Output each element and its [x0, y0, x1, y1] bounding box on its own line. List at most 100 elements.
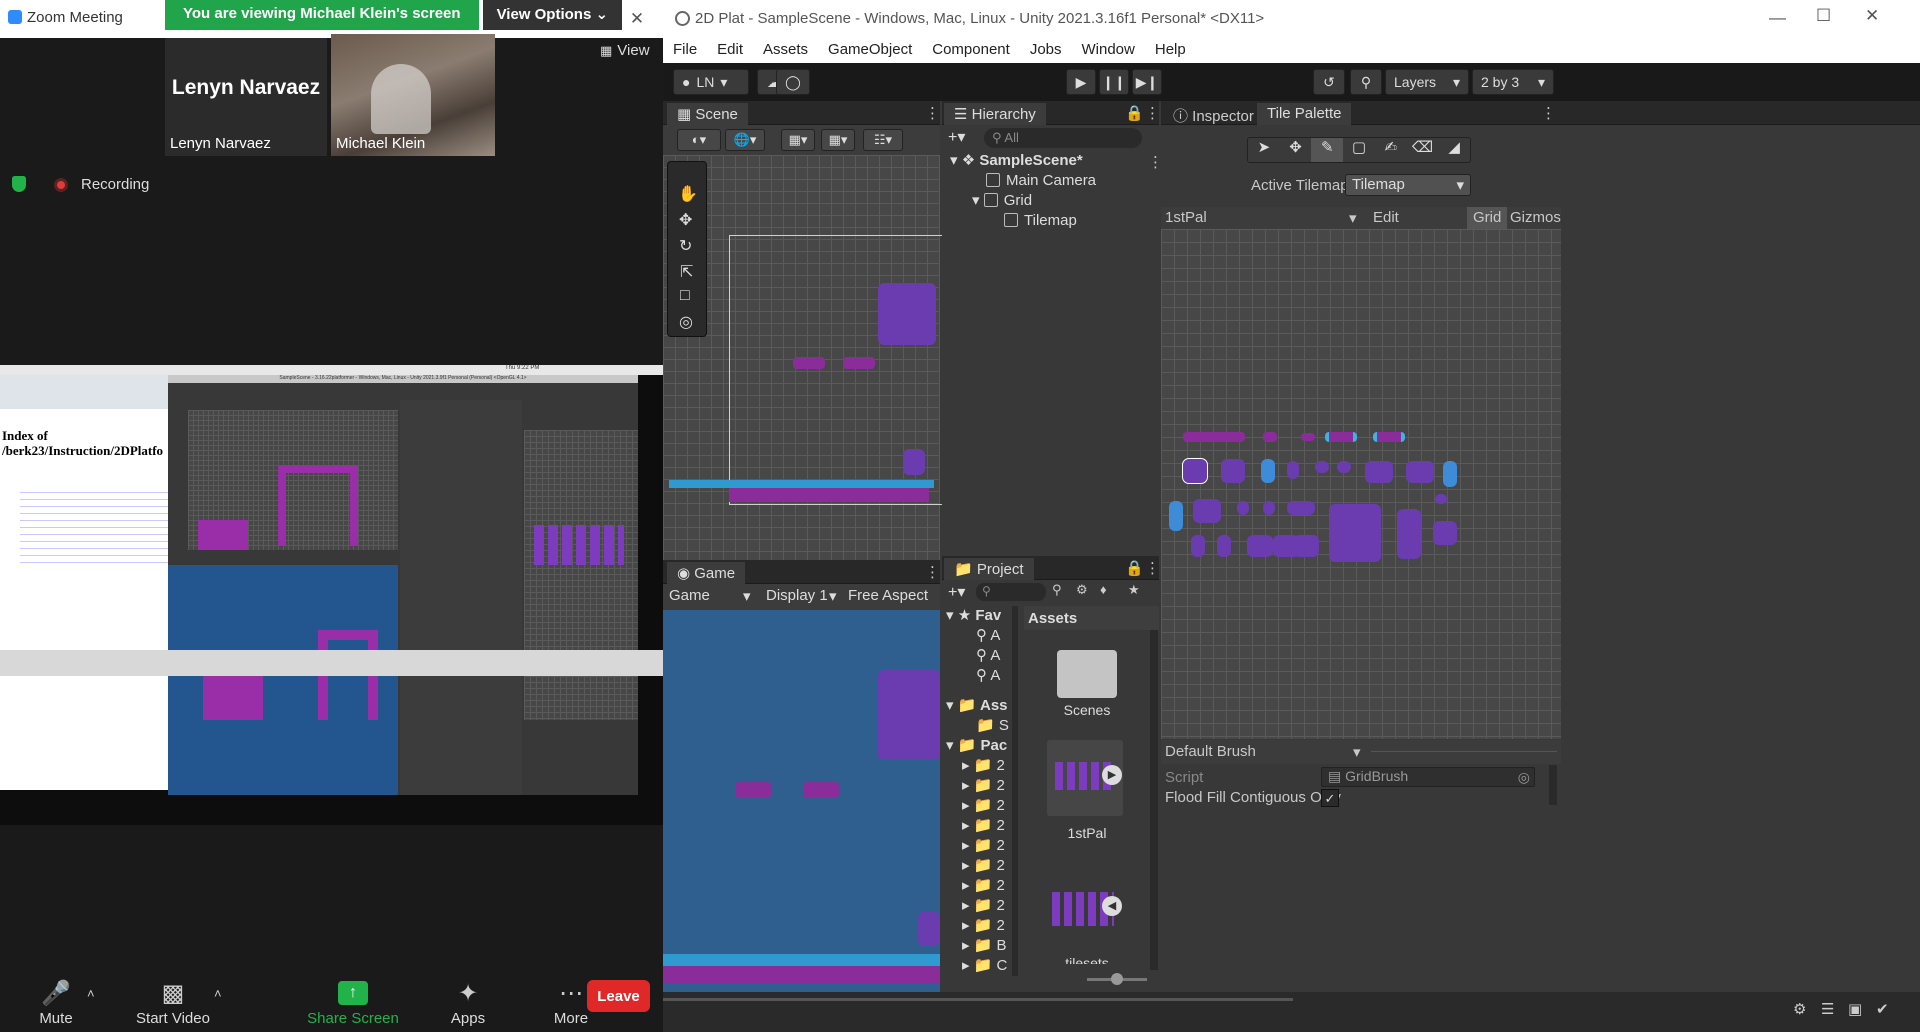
view-options-button[interactable]: View Options ⌄ — [482, 0, 623, 30]
account-dropdown[interactable]: ● LN ▾ — [673, 69, 749, 95]
tree-item[interactable]: ▸ 📁 2 — [962, 896, 1005, 916]
panel-menu-icon[interactable]: ⋮ — [1541, 104, 1556, 122]
tree-item[interactable]: ▸ 📁 2 — [962, 836, 1005, 856]
palette-tile[interactable] — [1433, 521, 1457, 545]
palette-tile[interactable] — [1337, 461, 1351, 473]
shared-screen[interactable]: Thu 9:22 PM Index of /berk23/Instruction… — [0, 365, 663, 825]
palette-tile[interactable] — [1221, 459, 1245, 483]
hierarchy-item-tilemap[interactable]: Tilemap — [1004, 211, 1077, 231]
hierarchy-item-main-camera[interactable]: Main Camera — [986, 171, 1096, 191]
stack-icon[interactable]: ☰ — [1821, 1000, 1834, 1018]
default-brush-dropdown[interactable]: Default Brush — [1165, 743, 1256, 760]
globe-icon[interactable]: 🌐▾ — [725, 129, 765, 151]
layout-dropdown[interactable]: 2 by 3 ▾ — [1472, 69, 1554, 95]
tree-item[interactable]: ▸ 📁 C — [962, 956, 1007, 976]
tree-item[interactable]: ▾ 📁 Pac — [946, 736, 1007, 756]
menu-window[interactable]: Window — [1072, 38, 1145, 63]
tree-item[interactable]: ▸ 📁 2 — [962, 916, 1005, 936]
asset-item-scenes[interactable]: Scenes — [1042, 702, 1132, 718]
palette-tile[interactable] — [1373, 432, 1405, 442]
target-icon[interactable]: ◎ — [1518, 769, 1530, 786]
asset-item-1stpal[interactable]: 1stPal — [1042, 825, 1132, 841]
active-tilemap-dropdown[interactable]: Tilemap ▾ — [1345, 174, 1471, 196]
add-icon[interactable]: +▾ — [948, 582, 965, 602]
mute-options-icon[interactable]: ˄ — [87, 986, 95, 1001]
apps-button[interactable]: ✦ Apps — [443, 976, 493, 1028]
scene-view[interactable]: ✋ ✥ ↻ ⇱ □ ◎ — [663, 155, 969, 560]
history-icon[interactable]: ↺ — [1313, 69, 1345, 95]
participant-tile-lenyn[interactable]: Lenyn Narvaez Lenyn Narvaez — [165, 38, 327, 156]
label-icon[interactable]: ♦ — [1100, 582, 1107, 597]
star-icon[interactable]: ★ — [1128, 582, 1140, 598]
tree-item[interactable]: ▸ 📁 2 — [962, 796, 1005, 816]
palette-tile[interactable] — [1217, 535, 1231, 557]
grid-snap-icon[interactable]: ▦▾ — [821, 129, 855, 151]
palette-tile[interactable] — [1287, 501, 1315, 515]
palette-scrollbar[interactable] — [1549, 765, 1557, 805]
mute-button[interactable]: 🎤 Mute — [28, 976, 84, 1028]
grid-toggle[interactable]: Grid — [1467, 207, 1508, 229]
tree-item[interactable]: ⚲ A — [976, 666, 1000, 686]
tab-game[interactable]: ◉ Game — [667, 562, 746, 584]
filter-icon[interactable]: ⚙ — [1076, 582, 1088, 598]
hierarchy-item-samplescene[interactable]: ▾ ❖ SampleScene* — [950, 151, 1083, 171]
palette-tile[interactable] — [1183, 432, 1245, 442]
scale-tool-icon[interactable]: ⇱ — [680, 262, 693, 282]
palette-tile[interactable] — [1261, 459, 1275, 483]
asset-item-tilesets[interactable]: tilesets — [1042, 952, 1132, 964]
tree-scrollbar[interactable] — [1012, 606, 1018, 976]
palette-tile-rock[interactable] — [1329, 504, 1381, 562]
panel-menu-icon[interactable]: ⋮ — [925, 563, 940, 581]
palette-tile[interactable] — [1237, 501, 1249, 515]
flood-fill-checkbox[interactable]: ✓ — [1321, 789, 1339, 807]
rect-tool-icon[interactable]: □ — [680, 287, 690, 305]
participant-tile-michael[interactable]: Michael Klein — [331, 34, 495, 156]
tree-item[interactable]: ⚲ A — [976, 626, 1000, 646]
palette-grid[interactable] — [1161, 229, 1561, 739]
tree-item[interactable]: ▸ 📁 2 — [962, 816, 1005, 836]
menu-component[interactable]: Component — [922, 38, 1020, 63]
move-tool-icon[interactable]: ✥ — [1280, 138, 1312, 162]
tab-scene[interactable]: ▦ Scene — [667, 103, 748, 125]
palette-tile[interactable] — [1287, 461, 1299, 479]
lock-icon[interactable]: 🔒 — [1125, 104, 1144, 122]
lock-icon[interactable]: 🔒 — [1125, 559, 1144, 577]
palette-tile[interactable] — [1193, 499, 1221, 523]
gizmos-toggle[interactable]: Gizmos — [1510, 209, 1561, 226]
search-icon[interactable]: ⚲ — [1350, 69, 1382, 95]
menu-help[interactable]: Help — [1145, 38, 1196, 63]
hand-tool-icon[interactable]: ✋ — [678, 184, 698, 204]
menu-edit[interactable]: Edit — [707, 38, 753, 63]
picker-icon[interactable]: ✍ — [1375, 138, 1407, 162]
rotate-tool-icon[interactable]: ↻ — [679, 236, 692, 256]
palette-tile[interactable] — [1191, 535, 1205, 557]
aspect-dropdown[interactable]: Free Aspect — [848, 587, 928, 604]
project-search-input[interactable]: ⚲ — [976, 583, 1046, 601]
display-dropdown[interactable]: Display 1 — [766, 587, 828, 604]
close-icon[interactable]: ✕ — [1865, 6, 1879, 26]
tree-item[interactable]: ▸ 📁 B — [962, 936, 1007, 956]
tree-item[interactable]: ▸ 📁 2 — [962, 756, 1005, 776]
panel-menu-icon[interactable]: ⋮ — [1145, 104, 1160, 122]
menu-gameobject[interactable]: GameObject — [818, 38, 922, 63]
palette-tile[interactable] — [1315, 461, 1329, 473]
menu-file[interactable]: File — [663, 38, 707, 63]
cache-icon[interactable]: ▣ — [1848, 1000, 1862, 1018]
snap-icon[interactable]: ▦▾ — [781, 129, 815, 151]
panel-menu-icon[interactable]: ⋮ — [1145, 559, 1160, 577]
leave-button[interactable]: Leave — [587, 980, 650, 1012]
panel-menu-icon[interactable]: ⋮ — [925, 104, 940, 122]
tree-item[interactable]: ▸ 📁 2 — [962, 776, 1005, 796]
hierarchy-item-grid[interactable]: ▾ Grid — [972, 191, 1032, 211]
tree-item[interactable]: ⚲ A — [976, 646, 1000, 666]
palette-tile[interactable] — [1169, 501, 1183, 531]
tab-tile-palette[interactable]: Tile Palette — [1257, 103, 1352, 125]
tree-item[interactable]: ▸ 📁 2 — [962, 856, 1005, 876]
video-options-icon[interactable]: ˄ — [214, 986, 222, 1001]
debug-icon[interactable]: ⚙ — [1793, 1000, 1806, 1018]
palette-tile[interactable] — [1247, 535, 1273, 557]
tab-hierarchy[interactable]: ☰ Hierarchy — [944, 103, 1046, 125]
tree-item[interactable]: 📁 S — [976, 716, 1009, 736]
start-video-button[interactable]: ▩ Start Video — [130, 976, 216, 1028]
palette-tile[interactable] — [1293, 535, 1319, 557]
